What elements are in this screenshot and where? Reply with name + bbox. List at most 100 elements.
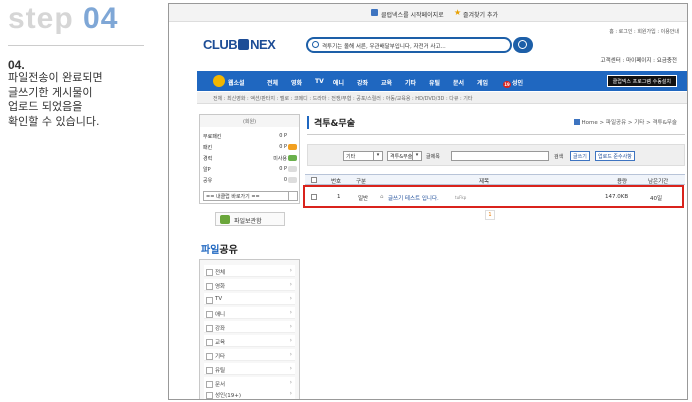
category-item[interactable]: 애니 › [204,307,295,319]
nav-item[interactable]: 애니 [333,78,344,87]
row-checkbox[interactable] [311,194,317,200]
row-value: 미사용 [273,156,287,162]
nav-item-adult[interactable]: 19 성인 [503,78,523,88]
user-header: (회원) [200,115,299,127]
home-icon [371,9,378,16]
file-storage-label: 파일보관함 [234,218,262,225]
arrow-icon: › [289,365,292,372]
star-icon: ★ [454,8,462,17]
category-item[interactable]: 영화 › [204,279,295,291]
table-header: 번호 구분 제목 용량 남은기간 [305,174,685,185]
arrow-icon: › [289,337,292,344]
row-label: 경력 [203,156,213,162]
table-row[interactable]: 1 일반 ⌂ 글쓰기 테스트 입니다. tuFkp 147.0KB 40일 [303,185,684,208]
arrow-icon: › [289,295,292,302]
page-title: 격투&무술 [307,116,355,129]
post-title-link[interactable]: 글쓰기 테스트 입니다. [388,194,439,202]
start-page-link[interactable]: 클럽넥스를 시작페이지로 [381,10,444,19]
select-all-checkbox[interactable] [311,177,317,183]
program-install-button[interactable]: 클럽넥스 프로그램 수동설치 [606,75,677,87]
chevron-down-icon: ▾ [373,152,382,160]
logo-cube-icon [238,39,250,50]
logo-club: CLUB [203,37,238,52]
subcategory-select[interactable]: 격투&무술 ▾ [387,151,422,161]
change-button[interactable] [288,177,297,183]
logo-nex: NEX [250,37,276,52]
category-item[interactable]: 기타 › [204,349,295,361]
nav-item[interactable]: 전체 [267,78,278,87]
account-links[interactable]: 고객센터 : 마이페이지 : 요금충전 [601,56,677,64]
col-no: 번호 [331,179,342,185]
file-storage-button[interactable]: 파일보관함 [215,212,285,226]
nav-item[interactable]: 문서 [453,78,464,87]
favorite-link[interactable]: 즐겨찾기 추가 [463,10,498,19]
share-title-a: 파일 [201,245,220,256]
nav-item[interactable]: 유틸 [429,78,440,87]
nav-item[interactable]: 영화 [291,78,302,87]
arrow-icon: › [289,323,292,330]
nav-item-webnovel[interactable]: 웹소설 [228,78,245,87]
nav-item[interactable]: 기타 [405,78,416,87]
breadcrumb[interactable]: Home > 파일공유 > 기타 > 격투&무술 [573,118,677,126]
main-nav: 웹소설 전체 영화 TV 애니 강좌 교육 기타 유틸 문서 게임 19 성인 클… [197,71,687,91]
row-label: 공유 [203,178,213,184]
nav-item[interactable]: TV [315,78,324,85]
keyword-input[interactable] [451,151,549,161]
row-value: 0 [283,177,287,183]
nav-item[interactable]: 강좌 [357,78,368,87]
category-label: 교육 [215,340,226,346]
share-title-b: 공유 [219,245,238,256]
club-select[interactable]: == 내클럽 바로가기 == [203,191,298,201]
col-type: 구분 [356,179,367,185]
nav-item[interactable]: 교육 [381,78,392,87]
arrow-icon: › [289,309,292,316]
charge-button[interactable] [288,144,297,150]
category-item[interactable]: 교육 › [204,335,295,347]
search-button[interactable] [513,37,533,53]
category-select-value: 기타 [346,154,356,160]
category-label: 영화 [215,284,226,290]
folder-icon [220,215,230,224]
upload-rules-button[interactable]: 업로드 준수사항 [595,151,635,161]
cell-no: 1 [337,194,341,200]
arrow-icon: › [289,390,292,397]
medal-icon [213,75,225,87]
category-item[interactable]: 성인(19+) › [204,388,295,399]
search-button[interactable]: 검색 [554,153,563,160]
adult-label: 성인 [512,80,524,87]
col-size: 용량 [617,179,628,185]
user-row: 무료패킨 0 P [203,133,297,140]
util-links[interactable]: 홈 : 로그인 : 회원가입 : 이용안내 [609,28,679,35]
use-button[interactable] [288,166,297,172]
category-item[interactable]: TV › [204,293,295,305]
search-icon [312,41,319,48]
desc-line: 확인할 수 있습니다. [8,114,100,128]
row-label: 무료패킨 [203,134,222,140]
keyword-label: 글제목 [426,154,440,160]
sub-nav[interactable]: 전체 : 최신영화 : 액션/판타지 : 멜로 : 코메디 : 드라마 : 전쟁… [197,92,687,104]
category-select[interactable]: 기타 ▾ [343,151,383,161]
file-icon: ⌂ [380,194,384,200]
apply-button[interactable] [288,155,297,161]
category-item[interactable]: 전체 › [204,265,295,277]
category-item[interactable]: 유틸 › [204,363,295,375]
nav-item[interactable]: 게임 [477,78,488,87]
write-button[interactable]: 글쓰기 [570,151,590,161]
category-label: 강좌 [215,326,226,332]
chevron-down-icon: ▾ [412,152,421,160]
adult-badge: 19 [503,81,511,88]
user-row: 패킨 0 P [203,144,297,151]
page-number[interactable]: 1 [485,210,495,220]
file-share-title: 파일공유 [201,241,238,256]
subcategory-select-value: 격투&무술 [390,154,413,160]
cell-size: 147.0KB [605,194,629,200]
site-logo[interactable]: CLUB NEX [203,37,276,52]
row-value: 0 P [279,144,287,150]
category-item[interactable]: 강좌 › [204,321,295,333]
step-divider [8,45,144,46]
breadcrumb-text: Home > 파일공유 > 기타 > 격투&무술 [581,120,677,126]
step-title: step 04 [8,2,118,36]
category-label: 유틸 [215,368,226,374]
club-select-value: == 내클럽 바로가기 == [206,194,260,200]
search-input[interactable]: 격투기는 올해 서른, 우관배달부입니다, 자전거 사고... [306,37,512,53]
